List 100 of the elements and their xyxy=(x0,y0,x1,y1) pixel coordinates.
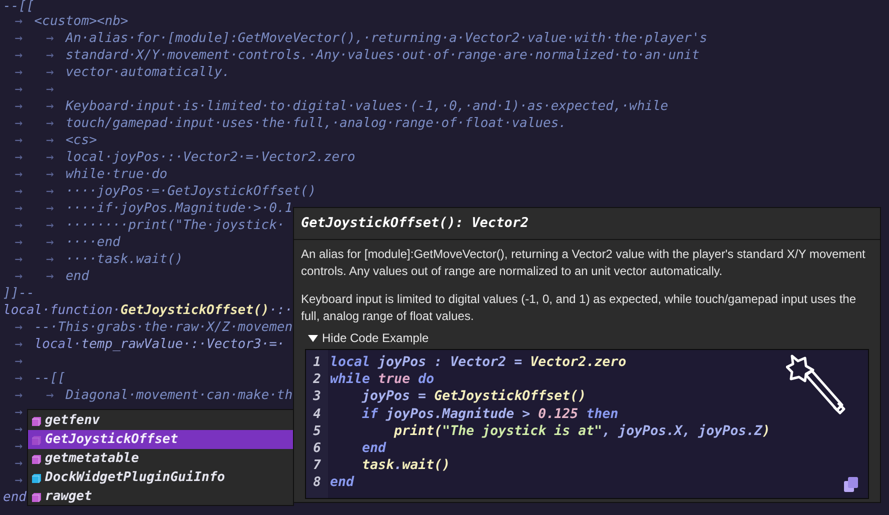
tab-marker: → xyxy=(46,234,54,251)
code-token: end xyxy=(330,475,354,490)
tab-marker: → xyxy=(14,200,23,217)
line-number: 8 xyxy=(313,474,321,492)
tab-marker: → xyxy=(14,353,23,370)
tab-marker: → xyxy=(14,13,23,30)
code-token: print( xyxy=(392,424,442,439)
tab-marker: → xyxy=(14,455,23,472)
tab-marker: → xyxy=(14,370,23,387)
code-token: task xyxy=(361,458,394,474)
tab-marker: → xyxy=(46,183,54,200)
code-token: wait() xyxy=(402,458,450,474)
tab-marker: → xyxy=(46,47,54,64)
tab-marker: → xyxy=(14,251,23,268)
code-text: touch/gamepad·input·uses·the·full,·analog·range·of·float·values. xyxy=(66,115,566,132)
code-text: standard·X/Y·movement·controls.·Any·values·out·of·range·are·normalized·to·an·unit xyxy=(66,47,700,64)
line-number: 6 xyxy=(313,440,321,458)
tab-marker: → xyxy=(46,166,54,183)
code-text: local·joyPos·:·Vector2·=·Vector2.zero xyxy=(66,149,356,166)
class-icon xyxy=(32,472,42,482)
tab-marker: → xyxy=(14,183,23,200)
code-text: ····joyPos·=·GetJoystickOffset() xyxy=(66,183,316,200)
tab-marker: → xyxy=(14,115,23,132)
code-text: vector·automatically. xyxy=(66,64,230,81)
code-token: while xyxy=(330,372,372,388)
code-text: GetJoystickOffset() xyxy=(120,302,270,319)
code-text: --·This·grabs·the·raw·X/Z·movemen xyxy=(34,319,293,336)
code-text: ····task.wait() xyxy=(66,251,183,268)
code-token: joyPos : Vector2 = xyxy=(378,355,524,370)
code-token: end xyxy=(361,440,386,456)
code-text: An·alias·for·[module]:GetMoveVector(),·returning·a·Vector2·value·with·the·player's xyxy=(66,30,708,47)
autocomplete-item[interactable]: rawget xyxy=(28,487,293,506)
line-number: 2 xyxy=(313,371,321,388)
description-text: Keyboard input is limited to digital values (-1, 0, and 1) as expected, while touch/gamepad input uses the full, analog range of float values. xyxy=(301,291,857,325)
tab-marker: → xyxy=(14,47,23,64)
code-text: local·function· xyxy=(3,302,120,319)
code-text: --[[ xyxy=(34,370,66,387)
code-text: Diagonal·movement·can·make·th xyxy=(66,387,293,404)
code-text: while·true·do xyxy=(66,166,168,183)
code-example-toggle[interactable]: Hide Code Example xyxy=(308,329,429,347)
tab-marker: → xyxy=(14,404,23,421)
code-token: joyPos.Magnitude > xyxy=(386,406,532,422)
code-token: local xyxy=(330,355,372,370)
code-text: ····end xyxy=(66,234,120,251)
code-text: ]]-- xyxy=(3,285,34,302)
autocomplete-item[interactable]: getmetatable xyxy=(28,449,293,468)
tab-marker: → xyxy=(46,81,54,98)
method-icon xyxy=(32,434,42,444)
tab-marker: → xyxy=(46,132,54,149)
code-token: do xyxy=(418,372,434,388)
tab-marker: → xyxy=(14,98,23,115)
function-signature: GetJoystickOffset(): Vector2 xyxy=(301,214,529,234)
tab-marker: → xyxy=(14,149,23,166)
method-icon xyxy=(32,454,42,464)
tab-marker: → xyxy=(46,387,54,404)
tab-marker: → xyxy=(14,30,23,47)
code-text: temp_rawValue·:·Vector3·=· xyxy=(81,336,285,353)
code-token: ) xyxy=(762,424,770,439)
code-text: end xyxy=(3,489,26,506)
copy-icon[interactable] xyxy=(844,477,858,492)
code-text: <custom><nb> xyxy=(34,13,128,30)
autocomplete-item[interactable]: DockWidgetPluginGuiInfo xyxy=(28,468,293,487)
tab-marker: → xyxy=(14,166,23,183)
line-number: 5 xyxy=(313,422,321,440)
tab-marker: → xyxy=(14,336,23,353)
code-token: "The joystick is at" xyxy=(442,424,602,439)
autocomplete-item[interactable]: GetJoystickOffset xyxy=(28,430,293,449)
tab-marker: → xyxy=(46,149,54,166)
tab-marker: → xyxy=(14,64,23,81)
tab-marker: → xyxy=(46,30,54,47)
code-text: --[[ xyxy=(3,0,34,13)
tab-marker: → xyxy=(46,200,54,217)
code-text: local· xyxy=(34,336,82,353)
method-icon xyxy=(32,416,42,426)
tab-marker: → xyxy=(46,217,54,234)
tab-marker: → xyxy=(14,268,23,285)
line-number: 7 xyxy=(313,457,321,474)
tab-marker: → xyxy=(46,268,54,285)
description-text: An alias for [module]:GetMoveVector(), returning a Vector2 value with the player's standard X/Y movement controls. Any values out of range are normalized to an unit vector automatically. xyxy=(301,246,866,280)
wand-icon xyxy=(786,353,848,415)
code-text: Keyboard·input·is·limited·to·digital·values·(-1,·0,·and·1)·as·expected,·while xyxy=(66,98,668,115)
code-text: ········print("The·joystick· xyxy=(66,217,285,234)
tab-marker: → xyxy=(14,81,23,98)
code-token: then xyxy=(586,406,618,422)
tab-marker: → xyxy=(14,319,23,336)
line-number: 4 xyxy=(313,406,321,423)
tab-marker: → xyxy=(46,64,54,81)
code-token: joyPos = xyxy=(360,389,428,404)
tab-marker: → xyxy=(14,421,23,438)
code-text: <cs> xyxy=(66,132,97,149)
autocomplete-item[interactable]: getfenv xyxy=(28,411,293,430)
line-number: 1 xyxy=(313,354,321,372)
tab-marker: → xyxy=(46,115,54,132)
line-number: 3 xyxy=(313,388,321,406)
code-token: GetJoystickOffset() xyxy=(434,389,586,404)
tab-marker: → xyxy=(14,472,23,489)
tab-marker: → xyxy=(46,251,54,268)
tab-marker: → xyxy=(14,234,23,251)
code-token: true xyxy=(378,372,412,388)
code-text: ·:· xyxy=(269,302,293,319)
